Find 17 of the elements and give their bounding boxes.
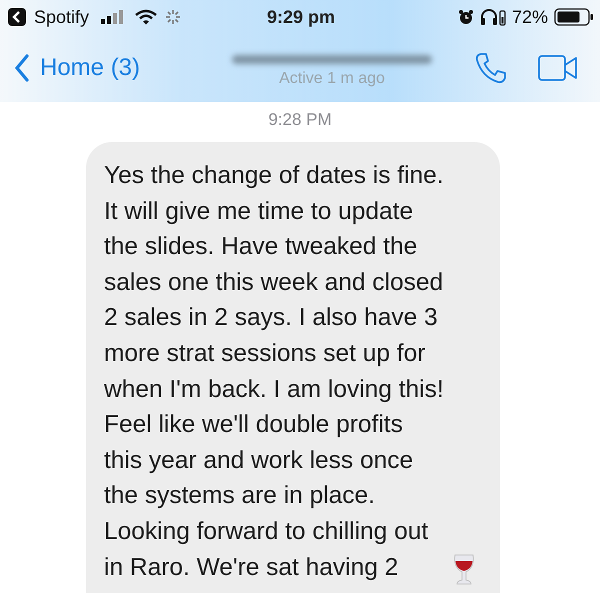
loading-spinner-icon <box>165 9 182 25</box>
message-timestamp: 9:28 PM <box>267 110 333 130</box>
wine-glass-icon <box>452 553 476 588</box>
active-status: Active 1 m ago <box>279 70 385 88</box>
alarm-clock-icon <box>458 9 474 25</box>
video-camera-icon[interactable] <box>538 55 578 81</box>
message-text: Yes the change of dates is fine. It will give me time to update the slides. Have tweaked the sales one this week and closed 2 sales in 2 says. I also have 3 more strat sessions set up for when I'm back. I am loving this! Feel like we'll double profits this year and work less once the systems are in place. Looking forward to chilling out in Raro. We're sat having 2 <box>104 161 444 583</box>
chevron-left-icon <box>14 53 30 83</box>
phone-call-icon[interactable] <box>474 51 508 85</box>
back-app-label[interactable]: Spotify <box>34 6 90 28</box>
headphones-icon <box>480 8 506 26</box>
back-button[interactable]: Home (3) <box>14 53 140 83</box>
back-app-icon[interactable] <box>8 8 26 26</box>
battery-percentage: 72% <box>512 6 548 28</box>
battery-icon <box>554 8 594 26</box>
wifi-icon <box>135 9 158 25</box>
status-time: 9:29 pm <box>266 6 336 28</box>
